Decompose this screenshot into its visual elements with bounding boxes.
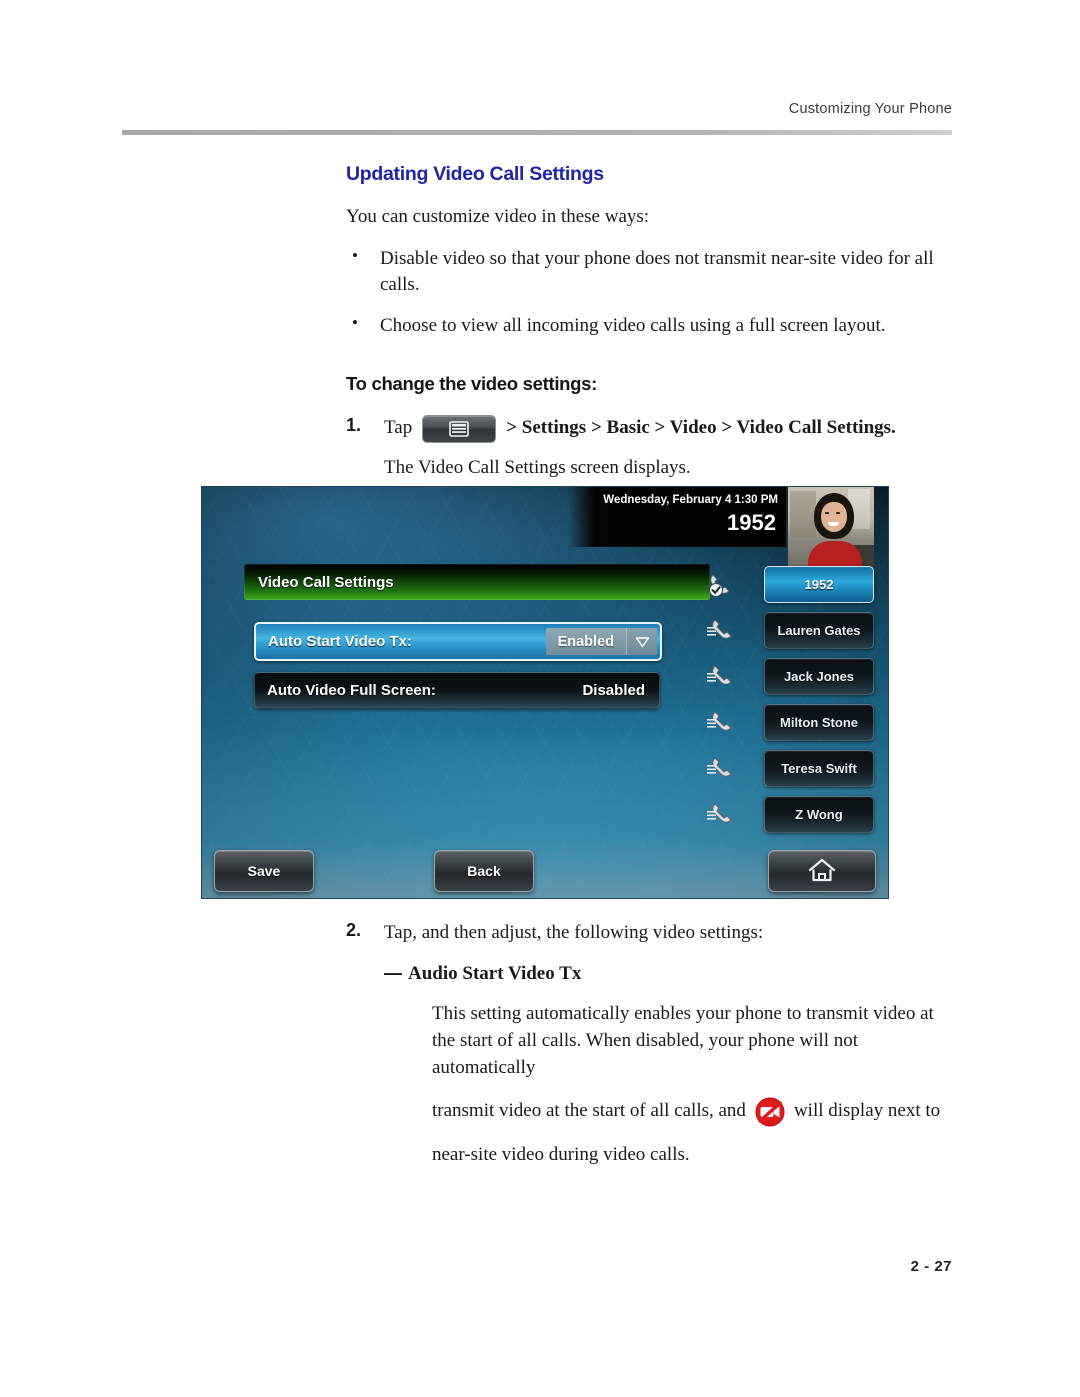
header-rule — [122, 130, 952, 135]
running-header: Customizing Your Phone — [122, 100, 952, 118]
setting-row-auto-start-video-tx[interactable]: Auto Start Video Tx: Enabled — [254, 622, 662, 661]
line-key-label: 1952 — [764, 566, 874, 603]
step-2-line: Tap, and then adjust, the following vide… — [384, 920, 958, 947]
description-text-after-icon: will display next to — [793, 1100, 941, 1122]
description-part-3: near-site video during video calls. — [432, 1143, 690, 1165]
status-extension: 1952 — [727, 510, 776, 535]
screen-title-label: Video Call Settings — [258, 573, 394, 591]
line-key-label: Milton Stone — [764, 704, 874, 741]
intro-paragraph: You can customize video in these ways: — [346, 206, 650, 227]
handset-idle-icon — [706, 615, 740, 645]
line-key-list: 1952 Lauren Gates Jack Jones Milton Ston… — [707, 566, 878, 843]
handset-idle-icon — [706, 661, 740, 691]
line-key-label: Z Wong — [764, 796, 874, 833]
home-button[interactable] — [768, 850, 876, 892]
step-lead-text: Tap, and then adjust, the following vide… — [384, 922, 764, 943]
home-icon — [807, 857, 837, 886]
line-key-label: Lauren Gates — [764, 612, 874, 649]
line-key-label: Teresa Swift — [764, 750, 874, 787]
step-1-result: The Video Call Settings screen displays. — [384, 456, 691, 478]
line-key-jack-jones[interactable]: Jack Jones — [707, 658, 878, 695]
setting-description: This setting automatically enables your … — [408, 1001, 958, 1169]
handset-idle-icon — [706, 707, 740, 737]
handset-idle-icon — [706, 799, 740, 829]
list-item: Choose to view all incoming video calls … — [346, 312, 958, 338]
line-key-label: Jack Jones — [764, 658, 874, 695]
home-menu-key-icon — [422, 414, 497, 443]
setting-row-auto-video-full-screen[interactable]: Auto Video Full Screen: Disabled — [254, 672, 660, 709]
description-part-2: transmit video at the start of all calls… — [432, 1096, 958, 1128]
line-key-teresa-swift[interactable]: Teresa Swift — [707, 750, 878, 787]
setting-label: Auto Video Full Screen: — [267, 682, 436, 699]
handset-idle-icon — [706, 753, 740, 783]
save-button[interactable]: Save — [214, 850, 314, 892]
video-off-icon — [754, 1096, 786, 1128]
back-button[interactable]: Back — [434, 850, 534, 892]
procedure-step-2: 2. Tap, and then adjust, the following v… — [346, 920, 958, 1168]
video-person-eye-left — [825, 512, 829, 514]
customize-ways-list: Disable video so that your phone does no… — [346, 245, 958, 338]
page-title: Updating Video Call Settings — [346, 163, 604, 185]
setting-name: Audio Start Video Tx — [408, 962, 582, 984]
video-wall-panel — [790, 491, 816, 537]
soft-key-bar: Save Back — [202, 850, 888, 892]
handset-checked-icon — [706, 569, 740, 599]
video-person-face — [821, 502, 847, 532]
setting-label: Auto Start Video Tx: — [268, 633, 412, 650]
page-footer: 2 - 27 — [122, 1258, 952, 1275]
status-bar: Wednesday, February 4 1:30 PM 1952 — [568, 487, 786, 547]
phone-screen-screenshot: Wednesday, February 4 1:30 PM 1952 Video… — [202, 487, 888, 898]
running-header-text: Customizing Your Phone — [788, 101, 952, 117]
step-number: 1. — [346, 414, 362, 435]
screen-title-bar: Video Call Settings — [244, 564, 710, 600]
description-part-1: This setting automatically enables your … — [432, 1002, 934, 1078]
chevron-down-icon[interactable] — [626, 628, 657, 655]
line-key-milton-stone[interactable]: Milton Stone — [707, 704, 878, 741]
list-item: Disable video so that your phone does no… — [346, 245, 958, 297]
procedure-title: To change the video settings: — [346, 372, 598, 394]
self-view-thumbnail[interactable] — [788, 487, 874, 571]
auto-start-video-tx-dropdown[interactable]: Enabled — [545, 628, 657, 655]
page-number: 2 - 27 — [910, 1258, 952, 1275]
line-key-lauren-gates[interactable]: Lauren Gates — [707, 612, 878, 649]
setting-definition-audio-start-video-tx: — Audio Start Video Tx This setting auto… — [384, 963, 958, 1169]
line-key-z-wong[interactable]: Z Wong — [707, 796, 878, 833]
step-1-line: Tap > Settings > Basic > Video > Video C… — [384, 414, 958, 443]
step-number: 2. — [346, 920, 362, 940]
setting-value: Disabled — [582, 682, 645, 699]
page-content: Updating Video Call Settings You can cus… — [346, 163, 958, 489]
dropdown-value: Enabled — [545, 628, 626, 655]
video-person-eye-right — [836, 512, 840, 514]
procedure-step-1: 1. Tap > Settings > Basic > Video > Vide… — [346, 414, 958, 482]
page-content-lower: 2. Tap, and then adjust, the following v… — [346, 920, 958, 1176]
step-lead-text: Tap — [384, 417, 413, 439]
status-datetime: Wednesday, February 4 1:30 PM — [603, 494, 778, 506]
line-key-1952[interactable]: 1952 — [709, 566, 878, 603]
menu-path-text: > Settings > Basic > Video > Video Call … — [506, 417, 896, 439]
dash-bullet: — — [384, 962, 402, 983]
description-text-before-icon: transmit video at the start of all calls… — [432, 1100, 746, 1122]
